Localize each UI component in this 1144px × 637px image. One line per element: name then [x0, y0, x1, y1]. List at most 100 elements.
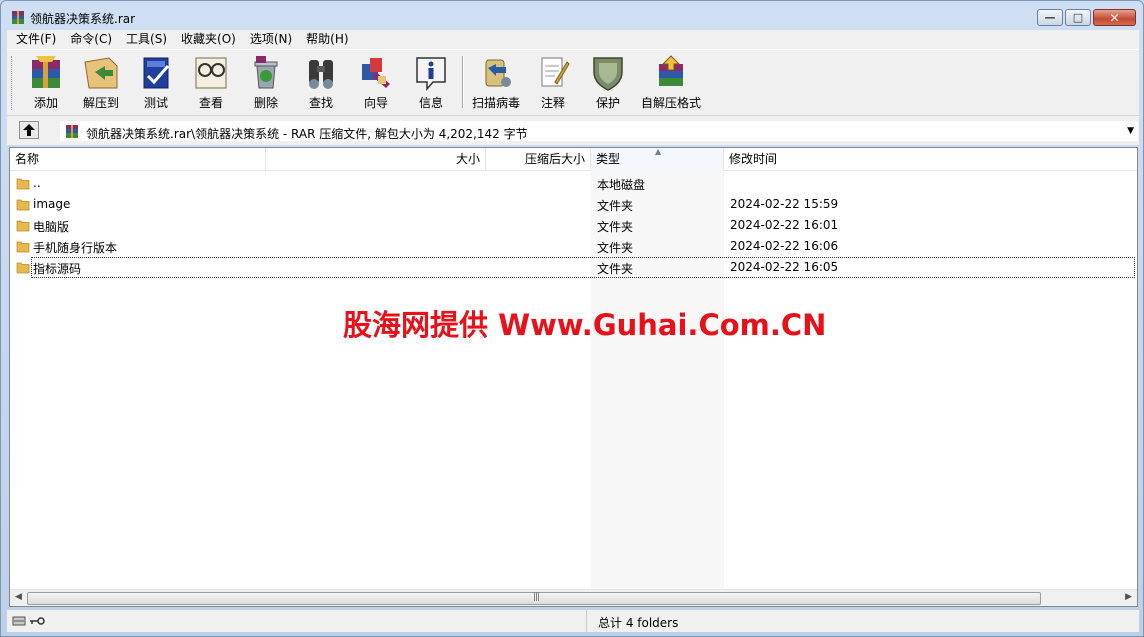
menu-file[interactable]: 文件(F): [9, 30, 63, 49]
info-icon: [416, 57, 446, 92]
close-button[interactable]: ✕: [1093, 9, 1136, 26]
find-button-label: 查找: [308, 96, 333, 110]
file-row[interactable]: image 文件夹 2024-02-22 15:59: [10, 194, 1137, 215]
minimize-button[interactable]: —: [1037, 9, 1063, 26]
file-row-parent[interactable]: .. 本地磁盘: [10, 173, 1137, 194]
protect-button[interactable]: 保护: [580, 54, 636, 112]
folder-icon: [16, 178, 30, 190]
view-button[interactable]: 查看: [183, 54, 239, 112]
menu-bar: 文件(F) 命令(C) 工具(S) 收藏夹(O) 选项(N) 帮助(H): [7, 30, 1139, 49]
view-icon: [195, 57, 227, 89]
sfx-icon: [659, 55, 683, 86]
toolbar-separator: [462, 56, 464, 108]
sfx-button[interactable]: 自解压格式: [638, 54, 704, 112]
drive-icon[interactable]: [12, 615, 26, 627]
folder-icon: [16, 199, 30, 211]
file-modified: 2024-02-22 16:01: [730, 218, 839, 232]
info-button[interactable]: 信息: [403, 54, 459, 112]
file-name: 指标源码: [33, 262, 82, 276]
extract-icon: [84, 57, 118, 89]
info-button-label: 信息: [418, 96, 443, 110]
scroll-right-icon[interactable]: ▶: [1125, 592, 1132, 602]
extract-to-button[interactable]: 解压到: [73, 54, 129, 112]
comment-button-label: 注释: [540, 96, 565, 110]
column-modified-header[interactable]: 修改时间: [724, 148, 1137, 171]
up-arrow-icon: [23, 124, 35, 136]
wizard-button[interactable]: 向导: [348, 54, 404, 112]
status-left-pane: [7, 610, 587, 632]
dropdown-arrow-icon[interactable]: ▼: [1127, 126, 1134, 136]
toolbar-grip[interactable]: [11, 56, 14, 110]
maximize-icon: □: [1072, 11, 1084, 24]
test-button[interactable]: 测试: [128, 54, 184, 112]
menu-commands[interactable]: 命令(C): [63, 30, 119, 49]
title-bar[interactable]: 领航器决策系统.rar — □ ✕: [1, 1, 1143, 31]
menu-options[interactable]: 选项(N): [243, 30, 299, 49]
test-icon: [143, 57, 170, 89]
scroll-left-icon[interactable]: ◀: [15, 592, 22, 602]
folder-icon: [16, 262, 30, 274]
file-row[interactable]: 电脑版 文件夹 2024-02-22 16:01: [10, 215, 1137, 236]
file-type: 文件夹: [597, 199, 634, 213]
protect-button-label: 保护: [595, 96, 620, 110]
sfx-button-label: 自解压格式: [640, 96, 701, 110]
file-name: 手机随身行版本: [33, 241, 118, 255]
test-button-label: 测试: [143, 96, 168, 110]
file-list[interactable]: 名称 大小 压缩后大小 类型 修改时间 ▲ .. 本地磁盘 image 文件夹 …: [9, 147, 1138, 607]
winrar-app-icon: [12, 11, 24, 24]
find-button[interactable]: 查找: [293, 54, 349, 112]
view-button-label: 查看: [198, 96, 223, 110]
add-button[interactable]: 添加: [18, 54, 74, 112]
file-type: 文件夹: [597, 220, 634, 234]
file-name: 电脑版: [33, 220, 70, 234]
add-archive-icon: [32, 56, 60, 88]
folder-icon: [16, 241, 30, 253]
delete-button[interactable]: 删除: [238, 54, 294, 112]
file-type: 本地磁盘: [597, 178, 646, 192]
file-type: 文件夹: [597, 241, 634, 255]
comment-icon: [541, 57, 570, 87]
file-name: image: [33, 197, 71, 211]
file-row[interactable]: 手机随身行版本 文件夹 2024-02-22 16:06: [10, 236, 1137, 257]
address-bar: 领航器决策系统.rar\领航器决策系统 - RAR 压缩文件, 解包大小为 4,…: [7, 115, 1139, 145]
file-modified: 2024-02-22 16:05: [730, 260, 839, 274]
menu-help[interactable]: 帮助(H): [299, 30, 355, 49]
virus-scan-button-label: 扫描病毒: [471, 96, 520, 110]
column-size-header[interactable]: 大小: [266, 148, 486, 171]
menu-tools[interactable]: 工具(S): [119, 30, 174, 49]
horizontal-scrollbar[interactable]: ◀ ||| ▶: [10, 589, 1137, 606]
column-name-header[interactable]: 名称: [10, 148, 266, 171]
wizard-icon: [362, 58, 390, 88]
file-modified: 2024-02-22 16:06: [730, 239, 839, 253]
virus-scan-button[interactable]: 扫描病毒: [468, 54, 524, 112]
folder-icon: [16, 220, 30, 232]
comment-button[interactable]: 注释: [525, 54, 581, 112]
add-button-label: 添加: [33, 96, 58, 110]
winrar-window: 领航器决策系统.rar — □ ✕ 文件(F) 命令(C) 工具(S) 收藏夹(…: [0, 0, 1144, 637]
file-type: 文件夹: [597, 262, 634, 276]
status-summary: 总计 4 folders: [598, 616, 679, 630]
delete-button-label: 删除: [253, 96, 278, 110]
column-packed-header[interactable]: 压缩后大小: [486, 148, 591, 171]
close-icon: ✕: [1109, 10, 1120, 25]
file-row-focused[interactable]: 指标源码 文件夹 2024-02-22 16:05: [10, 257, 1137, 278]
watermark-text: 股海网提供 Www.Guhai.Com.CN: [343, 308, 827, 342]
minimize-icon: —: [1044, 11, 1056, 24]
file-name: ..: [33, 176, 41, 190]
window-title: 领航器决策系统.rar: [30, 12, 136, 26]
wizard-button-label: 向导: [363, 96, 388, 110]
sort-ascending-icon: ▲: [655, 147, 662, 156]
focus-rectangle: [31, 257, 1135, 278]
protect-icon: [593, 57, 623, 91]
file-modified: 2024-02-22 15:59: [730, 197, 839, 211]
maximize-button[interactable]: □: [1065, 9, 1091, 26]
menu-favorites[interactable]: 收藏夹(O): [174, 30, 243, 49]
scrollbar-thumb[interactable]: |||: [27, 592, 1041, 605]
key-icon[interactable]: [29, 615, 45, 627]
up-folder-button[interactable]: [19, 121, 39, 139]
path-text: 领航器决策系统.rar\领航器决策系统 - RAR 压缩文件, 解包大小为 4,…: [86, 127, 528, 141]
list-header: 名称 大小 压缩后大小 类型 修改时间 ▲: [10, 148, 1137, 171]
path-dropdown[interactable]: 领航器决策系统.rar\领航器决策系统 - RAR 压缩文件, 解包大小为 4,…: [59, 120, 1139, 142]
scroll-grip-icon: |||: [533, 592, 540, 602]
toolbar: 添加 解压到 测试 查看 删除 查找 向导 信息 扫描病毒 注释 保护 自解压格…: [7, 49, 1139, 115]
